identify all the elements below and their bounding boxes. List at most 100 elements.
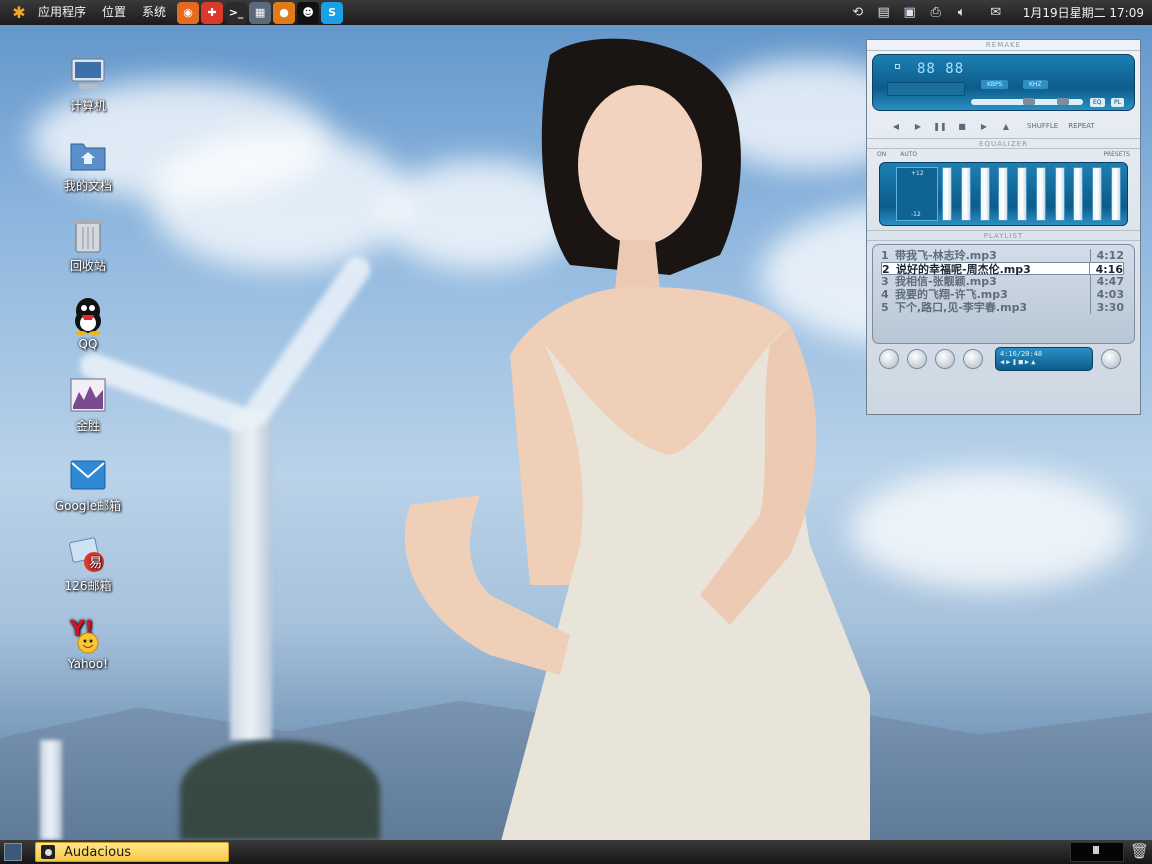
select-button[interactable] <box>935 349 955 369</box>
transport-controls: ◀ ▶ ❚❚ ■ ▶ ▲ SHUFFLE REPEAT <box>867 114 1140 138</box>
remove-button[interactable] <box>907 349 927 369</box>
qq-icon[interactable]: ☻ <box>297 1 320 24</box>
position-thumb[interactable] <box>1023 98 1035 105</box>
add-button[interactable] <box>879 349 899 369</box>
skype-icon[interactable]: S <box>321 1 344 24</box>
bottom-panel: Audacious 🗑︎ <box>0 840 1152 864</box>
desktop-icon[interactable]: QQ <box>38 295 138 351</box>
eq-band-slider[interactable] <box>960 167 971 221</box>
playlist-time: 4:47 <box>1090 275 1124 288</box>
position-slider[interactable] <box>971 98 1083 105</box>
audacious-icon <box>41 845 55 859</box>
stop-icon[interactable]: ■ <box>951 122 973 131</box>
svg-text:易: 易 <box>89 556 102 571</box>
desktop-icon[interactable]: 我的文档 <box>38 135 138 194</box>
computer-icon <box>68 55 108 95</box>
playlist-num: 1 <box>881 249 889 262</box>
eq-band-slider[interactable] <box>1092 167 1103 221</box>
eq-toggle-button[interactable]: EQ <box>1090 98 1105 107</box>
trash-applet-icon[interactable]: 🗑︎ <box>1130 842 1149 862</box>
menu-system[interactable]: 系统 <box>134 0 174 25</box>
visualizer[interactable] <box>887 82 965 96</box>
desktop-icon[interactable]: Google邮箱 <box>38 455 138 514</box>
show-desktop-button[interactable] <box>4 843 22 861</box>
workspace-switcher[interactable] <box>1070 842 1124 862</box>
playlist-toggle-button[interactable]: PL <box>1111 98 1124 107</box>
pause-icon[interactable]: ❚❚ <box>929 122 951 131</box>
playlist-time: 4:03 <box>1090 288 1124 301</box>
playlist-row[interactable]: 2 说好的幸福呢-周杰伦.mp3 4:16 <box>881 262 1124 276</box>
eq-on-button[interactable]: ON <box>877 151 886 158</box>
list-button[interactable] <box>1101 349 1121 369</box>
desktop-network-icon[interactable]: ▣ <box>899 3 921 23</box>
eq-band-slider[interactable] <box>979 167 990 221</box>
play-icon[interactable]: ▶ <box>907 122 929 131</box>
eq-band-slider[interactable] <box>998 167 1009 221</box>
trash-icon <box>68 215 108 255</box>
playlist-footer: 4:16/20:48 ◀▶❚■▶▲ <box>875 347 1132 371</box>
radio-icon[interactable]: ▤ <box>873 3 895 23</box>
playlist-row[interactable]: 5 下个,路口,见-李宇春.mp3 3:30 <box>881 301 1124 314</box>
network-icon[interactable]: ⟲ <box>847 3 869 23</box>
main-window-titlebar[interactable]: REMAKE <box>867 40 1140 51</box>
eq-band-slider[interactable] <box>1054 167 1065 221</box>
previous-icon[interactable]: ◀ <box>885 122 907 131</box>
playlist-title: 我要的飞翔-许飞.mp3 <box>895 288 1008 301</box>
equalizer-titlebar[interactable]: EQUALIZER <box>867 138 1140 149</box>
menu-applications[interactable]: 应用程序 <box>30 0 94 25</box>
eq-band-slider[interactable] <box>1110 167 1121 221</box>
basketball-icon[interactable]: ● <box>273 1 296 24</box>
eq-band-slider[interactable] <box>1017 167 1028 221</box>
help-icon[interactable]: ✚ <box>201 1 224 24</box>
playlist-row[interactable]: 4 我要的飞翔-许飞.mp3 4:03 <box>881 288 1124 301</box>
clock[interactable]: 1月19日星期二 17:09 <box>1009 4 1152 21</box>
next-icon[interactable]: ▶ <box>973 122 995 131</box>
volume-icon[interactable]: 🔈︎ <box>951 3 973 23</box>
eject-icon[interactable]: ▲ <box>995 122 1017 131</box>
shuffle-button[interactable]: SHUFFLE <box>1027 122 1058 130</box>
system-tray: ⟲ ▤ ▣ ⎙ 🔈︎ ✉ 1月19日星期二 17:09 <box>845 0 1152 25</box>
playlist-total-time: 4:16/20:48 <box>1000 350 1043 358</box>
printer-icon[interactable]: ⎙ <box>925 3 947 23</box>
playlist-title: 我相信-张靓颖.mp3 <box>895 275 997 288</box>
desktop-icon[interactable]: 易 126邮箱 <box>38 535 138 594</box>
playlist-num: 3 <box>881 275 889 288</box>
monitor-icon[interactable]: ▦ <box>249 1 272 24</box>
mail-notify-icon[interactable]: ✉ <box>985 3 1007 23</box>
playlist-num: 4 <box>881 288 889 301</box>
misc-button[interactable] <box>963 349 983 369</box>
main-display: 88 88 KBPS KHZ EQ PL <box>872 54 1135 111</box>
desktop-icon[interactable]: 回收站 <box>38 215 138 274</box>
preamp-slider[interactable]: +12 -12 <box>896 167 938 221</box>
mini-controls[interactable]: ◀▶❚■▶▲ <box>1000 358 1088 366</box>
workspace-window <box>1093 846 1099 854</box>
playlist-row[interactable]: 1 带我飞-林志玲.mp3 4:12 <box>881 249 1124 262</box>
gnome-foot-icon[interactable]: ✱ <box>8 2 30 24</box>
desktop-icon[interactable]: Y! Yahoo! <box>38 615 138 671</box>
eq-band-slider[interactable] <box>942 167 952 221</box>
stock-chart-icon <box>68 375 108 415</box>
repeat-button[interactable]: REPEAT <box>1068 122 1094 130</box>
eq-auto-button[interactable]: AUTO <box>900 151 917 158</box>
eq-presets-button[interactable]: PRESETS <box>1103 151 1130 158</box>
mail-icon <box>68 455 108 495</box>
audacious-player[interactable]: REMAKE 88 88 KBPS KHZ EQ PL ◀ ▶ ❚❚ ■ ▶ ▲… <box>866 39 1141 415</box>
eq-band-slider[interactable] <box>1073 167 1084 221</box>
playlist-title: 带我飞-林志玲.mp3 <box>895 249 997 262</box>
terminal-icon[interactable]: >_ <box>225 1 248 24</box>
balance-thumb[interactable] <box>1057 98 1069 105</box>
desktop-icon[interactable]: 计算机 <box>38 55 138 114</box>
time-display[interactable]: 88 88 <box>917 61 964 77</box>
playlist-row[interactable]: 3 我相信-张靓颖.mp3 4:47 <box>881 275 1124 288</box>
qq-penguin-icon <box>68 295 108 335</box>
playlist-time: 4:16 <box>1089 263 1123 276</box>
eq-band-slider[interactable] <box>1035 167 1046 221</box>
playlist-titlebar[interactable]: PLAYLIST <box>867 230 1140 241</box>
mail-126-icon: 易 <box>68 535 108 575</box>
eq-bands <box>942 167 1121 221</box>
firefox-icon[interactable]: ◉ <box>177 1 200 24</box>
task-audacious[interactable]: Audacious <box>35 842 229 862</box>
desktop-icon[interactable]: 金胜 <box>38 375 138 434</box>
yahoo-icon: Y! <box>68 615 108 655</box>
menu-places[interactable]: 位置 <box>94 0 134 25</box>
